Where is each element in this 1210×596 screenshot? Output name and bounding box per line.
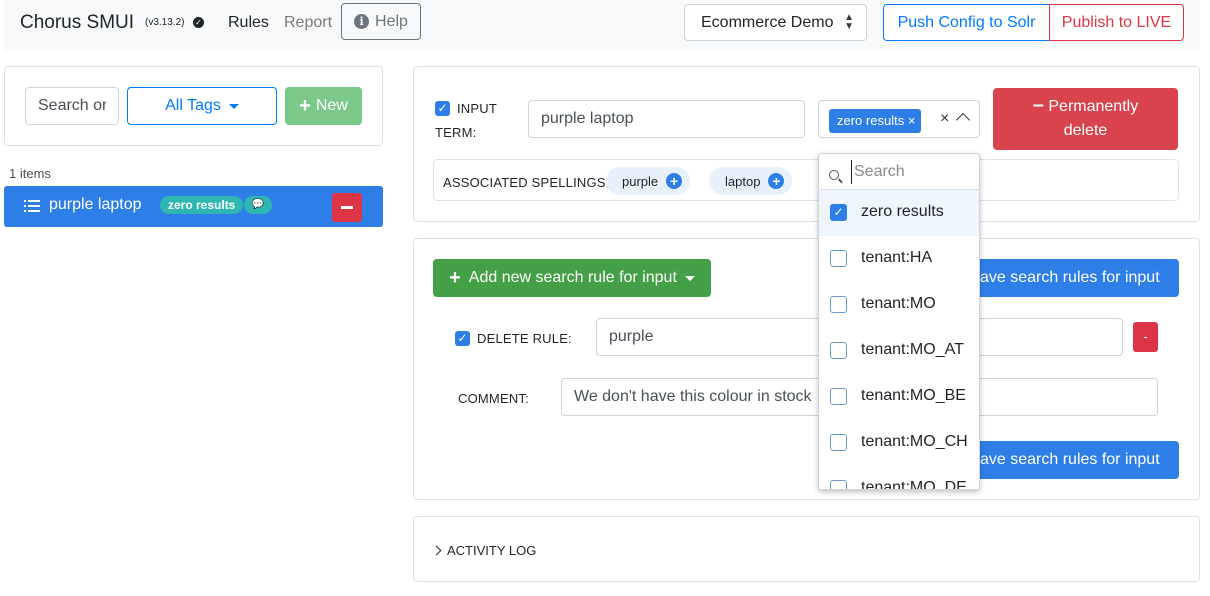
push-config-button[interactable]: Push Config to Solr [883, 4, 1050, 41]
spelling-chip-label: purple [622, 173, 659, 189]
help-button[interactable]: i Help [341, 3, 421, 40]
checkbox-checked-icon[interactable]: ✓ [830, 204, 847, 221]
input-label-line2: TERM: [435, 125, 477, 140]
dropdown-option[interactable]: tenant:MO_BE [819, 374, 979, 420]
app-brand[interactable]: Chorus SMUI [20, 12, 134, 34]
input-enabled-checkbox[interactable]: ✓ [435, 101, 450, 116]
dropdown-option-label: zero results [861, 203, 944, 220]
checkbox-icon[interactable] [830, 388, 847, 405]
remove-rule-button[interactable]: - [1133, 322, 1158, 352]
chevron-up-icon[interactable] [955, 112, 971, 128]
solr-index-value: Ecommerce Demo [701, 14, 834, 31]
spelling-chip-label: laptop [725, 173, 761, 189]
add-rule-label: Add new search rule for input [468, 269, 677, 286]
search-input[interactable] [25, 87, 119, 125]
items-count: 1 items [9, 166, 51, 181]
list-icon [24, 200, 40, 212]
tag-badge: zero results [160, 196, 244, 214]
plus-circle-icon[interactable]: + [768, 173, 785, 189]
save-rules-button-bottom[interactable]: ave search rules for input [960, 441, 1179, 479]
comment-icon: 💬 [244, 196, 272, 214]
caret-down-icon [684, 275, 695, 281]
activity-log-toggle[interactable]: ACTIVITY LOG [431, 543, 537, 558]
activity-log-label: ACTIVITY LOG [447, 543, 537, 558]
spelling-chip[interactable]: laptop + [709, 167, 793, 195]
permanently-delete-line2: delete [1063, 122, 1108, 139]
spelling-chip[interactable]: purple + [606, 167, 691, 195]
plus-icon: + [449, 267, 461, 289]
check-circle-icon: ✓ [193, 17, 204, 28]
app-version: (v3.13.2) [145, 17, 185, 28]
dropdown-option-label: tenant:MO_BE [861, 387, 966, 404]
remove-tag-icon[interactable]: × [908, 113, 916, 128]
delete-rule-label: DELETE RULE: [477, 331, 572, 346]
dropdown-option[interactable]: tenant:MO [819, 282, 979, 328]
associated-spellings-label: ASSOCIATED SPELLINGS: [443, 175, 610, 190]
add-rule-dropdown-button[interactable]: + Add new search rule for input [433, 259, 711, 297]
info-icon: i [354, 14, 370, 29]
checkbox-icon[interactable] [830, 480, 847, 489]
dropdown-option-label: tenant:MO_CH [861, 433, 968, 450]
dropdown-option[interactable]: tenant:MO_CH [819, 420, 979, 466]
dropdown-option[interactable]: tenant:MO_AT [819, 328, 979, 374]
checkbox-icon[interactable] [830, 296, 847, 313]
all-tags-label: All Tags [165, 97, 221, 114]
list-item[interactable]: purple laptop zero results 💬 [4, 186, 383, 227]
remove-item-button[interactable] [332, 193, 362, 222]
dropdown-search [819, 154, 979, 190]
dropdown-option[interactable]: tenant:HA [819, 236, 979, 282]
dropdown-option-label: tenant:MO [861, 295, 936, 312]
help-label: Help [375, 12, 408, 30]
list-item-label: purple laptop [49, 196, 142, 213]
checkbox-icon[interactable] [830, 250, 847, 267]
all-tags-dropdown[interactable]: All Tags [127, 87, 277, 125]
save-rules-button-top[interactable]: ave search rules for input [960, 259, 1179, 297]
new-label: New [315, 97, 348, 114]
plus-icon: + [299, 95, 311, 117]
plus-circle-icon[interactable]: + [666, 173, 683, 189]
delete-rule-enabled-checkbox[interactable]: ✓ [455, 331, 470, 346]
dropdown-search-input[interactable] [851, 160, 975, 184]
chevron-right-icon [431, 545, 442, 556]
dropdown-option[interactable]: ✓ zero results [819, 190, 979, 236]
input-label-line1: INPUT [457, 101, 497, 116]
checkbox-icon[interactable] [830, 342, 847, 359]
dropdown-option-label: tenant:MO_AT [861, 341, 964, 358]
comment-label: COMMENT: [458, 391, 529, 406]
dropdown-option[interactable]: tenant:MO_DE [819, 466, 979, 490]
dropdown-option-label: tenant:MO_DE [861, 479, 967, 490]
permanently-delete-label: – Permanently [993, 95, 1178, 119]
minus-icon: – [1032, 94, 1044, 116]
dropdown-option-label: tenant:HA [861, 249, 933, 266]
clear-icon[interactable]: × [940, 110, 949, 128]
solr-index-select[interactable]: Ecommerce Demo ▲ ▼ [684, 4, 867, 41]
select-arrows-icon: ▲ ▼ [844, 12, 854, 32]
tag-select[interactable]: zero results × × [818, 100, 980, 138]
permanently-delete-button[interactable]: – Permanently delete [993, 88, 1178, 150]
permanently-delete-line1: Permanently [1048, 98, 1139, 115]
nav-report[interactable]: Report [284, 14, 332, 32]
caret-down-icon [228, 103, 239, 109]
new-button[interactable]: + New [285, 87, 362, 125]
input-term-field[interactable] [528, 100, 805, 138]
checkbox-icon[interactable] [830, 434, 847, 451]
tag-dropdown-menu: ✓ zero results tenant:HA tenant:MO tenan… [818, 153, 980, 490]
nav-rules[interactable]: Rules [228, 14, 269, 32]
publish-live-button[interactable]: Publish to LIVE [1049, 4, 1184, 41]
selected-tag-label: zero results [837, 113, 905, 128]
selected-tag-chip[interactable]: zero results × [829, 109, 922, 133]
search-icon [829, 170, 839, 180]
